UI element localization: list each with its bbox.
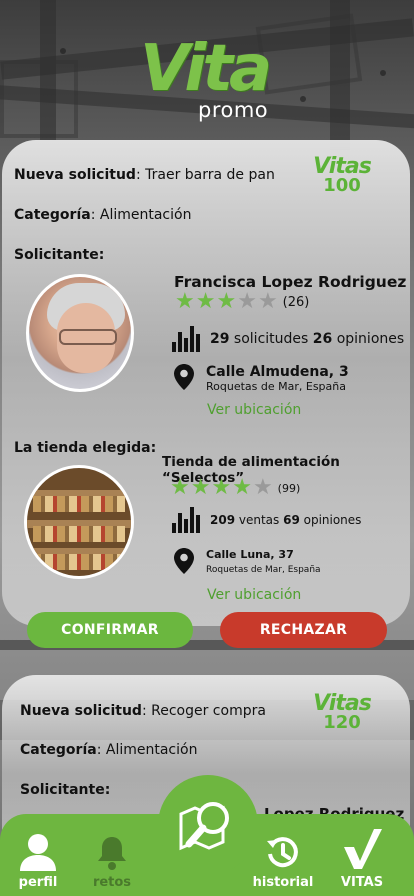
location-pin-icon [174, 364, 194, 390]
request-category: Categoría: Alimentación [14, 207, 192, 223]
star-icon: ★ [175, 289, 195, 314]
checkmark-icon [344, 829, 382, 869]
location-pin-icon [174, 548, 194, 574]
nav-vitas[interactable]: VITAS [330, 814, 394, 896]
vita-promo-logo: Vita promo [140, 28, 280, 128]
vitas-reward-badge: Vitas 120 [302, 691, 382, 733]
bar-chart-icon [172, 507, 200, 533]
map-search-button[interactable] [158, 775, 258, 875]
requester-street: Calle Almudena, 3 [206, 364, 349, 380]
requester-heading: Solicitante: [14, 247, 105, 263]
user-icon [20, 834, 56, 871]
requester-heading: Solicitante: [20, 782, 111, 798]
star-icon: ★ [237, 289, 257, 314]
nav-perfil[interactable]: perfil [6, 814, 70, 896]
star-icon: ★ [257, 289, 278, 314]
bell-icon [98, 837, 126, 870]
requester-stats: 29 solicitudes 26 opiniones [172, 326, 404, 352]
star-icon: ★ [195, 289, 216, 314]
star-icon: ★ [216, 289, 237, 314]
requester-avatar[interactable] [26, 274, 134, 392]
requester-address: Calle Almudena, 3 Roquetas de Mar, Españ… [174, 364, 349, 393]
nav-vitas-label: VITAS [340, 875, 384, 890]
confirm-button[interactable]: CONFIRMAR [27, 612, 193, 648]
request-title: Nueva solicitud: Recoger compra [20, 703, 266, 719]
store-map-link[interactable]: Ver ubicación [207, 587, 301, 603]
reject-button[interactable]: RECHAZAR [220, 612, 387, 648]
star-icon: ★ [252, 475, 273, 500]
requester-map-link[interactable]: Ver ubicación [207, 402, 301, 418]
request-category: Categoría: Alimentación [20, 742, 198, 758]
star-icon: ★ [190, 475, 211, 500]
store-review-count: (99) [277, 481, 301, 495]
store-stats: 209 ventas 69 opiniones [172, 507, 361, 533]
star-icon: ★ [232, 475, 252, 500]
map-search-icon [179, 802, 229, 851]
star-icon: ★ [211, 475, 232, 500]
nav-perfil-label: perfil [18, 875, 58, 890]
store-address: Calle Luna, 37 Roquetas de Mar, España [174, 548, 321, 575]
store-city: Roquetas de Mar, España [206, 565, 321, 575]
logo-vita-text: Vita [140, 32, 272, 106]
request-card: Nueva solicitud: Traer barra de pan Vita… [2, 140, 410, 626]
requester-rating: ★ ★ ★ ★ ★ (26) [175, 291, 309, 313]
requester-review-count: (26) [282, 294, 310, 310]
store-avatar[interactable] [24, 465, 134, 579]
nav-retos-label: retos [92, 875, 132, 890]
nav-historial-label: historial [252, 875, 314, 890]
history-icon [267, 837, 298, 868]
nav-retos[interactable]: retos [80, 814, 144, 896]
store-heading: La tienda elegida: [14, 440, 157, 456]
store-street: Calle Luna, 37 [206, 548, 294, 561]
store-rating: ★ ★ ★ ★ ★ (99) [170, 477, 300, 499]
star-icon: ★ [170, 475, 190, 500]
logo-promo-text: promo [198, 98, 269, 122]
requester-city: Roquetas de Mar, España [206, 380, 346, 393]
nav-historial[interactable]: historial [248, 814, 318, 896]
vitas-reward-badge: Vitas 100 [302, 154, 382, 196]
request-title: Nueva solicitud: Traer barra de pan [14, 167, 275, 183]
bar-chart-icon [172, 326, 200, 352]
